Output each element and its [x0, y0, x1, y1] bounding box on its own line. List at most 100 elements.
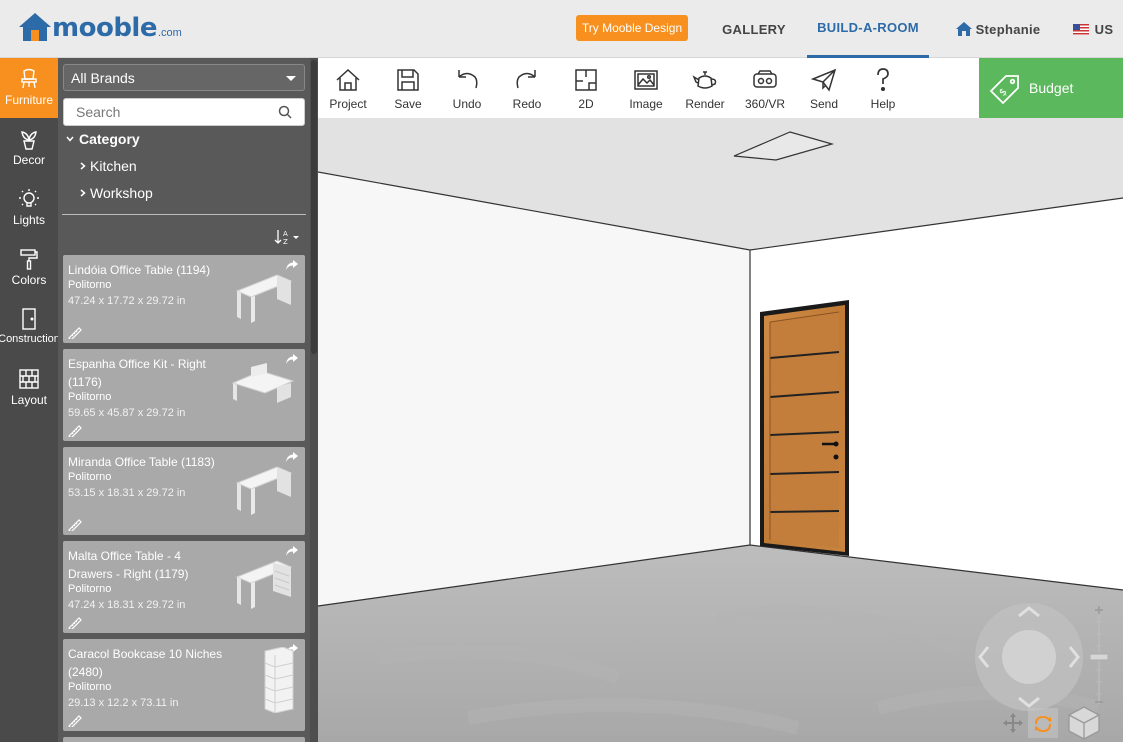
- undo-button[interactable]: Undo: [437, 66, 497, 114]
- help-button[interactable]: Help: [853, 66, 913, 114]
- rail-label: Layout: [10, 393, 48, 407]
- send-button[interactable]: Send: [794, 66, 854, 114]
- product-card[interactable]: Espanha Office Kit - Right (1176) Polito…: [63, 349, 305, 441]
- rail-decor[interactable]: Decor: [0, 118, 58, 178]
- search-icon[interactable]: [278, 105, 292, 119]
- move-icon[interactable]: [1003, 708, 1023, 738]
- office-kit-thumbnail: [231, 363, 295, 403]
- cube-view-icon[interactable]: [1066, 704, 1102, 740]
- user-name: Stephanie: [975, 21, 1041, 37]
- us-flag-icon: [1072, 23, 1089, 35]
- category-item-workshop[interactable]: Workshop: [80, 185, 153, 201]
- paper-plane-icon: [810, 68, 837, 92]
- category-rail: Furniture Decor Lights Colors Constructi…: [0, 58, 60, 742]
- budget-button[interactable]: $ Budget: [979, 58, 1123, 118]
- product-card[interactable]: Lindóia Office Table (1194) Politorno 47…: [63, 255, 305, 343]
- orbit-navigation-control[interactable]: [974, 602, 1084, 712]
- question-mark-icon: [877, 68, 889, 92]
- svg-text:A: A: [283, 230, 288, 238]
- tool-label: Help: [870, 97, 896, 111]
- budget-label: Budget: [1029, 80, 1074, 96]
- svg-text:Z: Z: [283, 238, 288, 246]
- redo-button[interactable]: Redo: [497, 66, 557, 114]
- home-icon: [955, 22, 972, 36]
- vr-360-button[interactable]: 360/VR: [735, 66, 795, 114]
- rail-furniture[interactable]: Furniture: [0, 58, 58, 118]
- nav-build-a-room[interactable]: BUILD-A-ROOM: [807, 0, 929, 58]
- product-brand: Politorno: [68, 279, 112, 291]
- undo-icon: [458, 70, 478, 89]
- redo-icon: [516, 70, 536, 89]
- tool-label: Image: [629, 97, 663, 111]
- product-name: Lindóia Office Table (1194): [68, 263, 211, 277]
- chevron-right-icon: [80, 162, 86, 170]
- category-item-label: Workshop: [90, 185, 153, 201]
- image-icon: [634, 70, 658, 90]
- image-button[interactable]: Image: [616, 66, 676, 114]
- product-card[interactable]: [63, 737, 305, 742]
- brand-select[interactable]: All Brands: [63, 64, 305, 91]
- office-table-drawers-thumbnail: [235, 560, 293, 609]
- measure-tool-icon: [68, 327, 82, 339]
- panel-scrollbar-thumb[interactable]: [311, 60, 317, 354]
- floppy-disk-icon: [397, 69, 419, 91]
- country-selector[interactable]: US: [1068, 0, 1118, 58]
- measure-tool-icon: [68, 519, 82, 531]
- product-name: Espanha Office Kit - Right (1176): [68, 357, 206, 389]
- floorplan-icon: [575, 69, 597, 91]
- vr-headset-icon: [753, 70, 777, 88]
- nav-user[interactable]: Stephanie: [948, 0, 1048, 58]
- rail-label: Colors: [11, 273, 47, 287]
- rail-lights[interactable]: Lights: [0, 178, 58, 238]
- rotate-icon[interactable]: [1028, 708, 1058, 738]
- zoom-slider-handle: [1090, 653, 1108, 661]
- rail-label: Decor: [12, 153, 45, 167]
- svg-text:$: $: [997, 86, 1009, 98]
- office-table-thumbnail: [235, 466, 293, 515]
- product-dimensions: 59.65 x 45.87 x 29.72 in: [68, 407, 186, 419]
- mooble-logo[interactable]: mooble .com: [18, 12, 182, 42]
- price-tag-icon: $: [989, 75, 1019, 105]
- category-item-kitchen[interactable]: Kitchen: [80, 158, 137, 174]
- project-button[interactable]: Project: [318, 66, 378, 114]
- rail-layout[interactable]: Layout: [0, 358, 58, 418]
- product-card[interactable]: Malta Office Table - 4 Drawers - Right (…: [63, 541, 305, 633]
- product-dimensions: 53.15 x 18.31 x 29.72 in: [68, 487, 186, 499]
- zoom-in-icon: [1095, 606, 1103, 614]
- catalog-panel: All Brands Category Kitchen Workshop A Z…: [58, 58, 318, 742]
- nav-gallery[interactable]: GALLERY: [712, 0, 796, 58]
- rail-construction[interactable]: Construction: [0, 298, 60, 358]
- view-2d-button[interactable]: 2D: [556, 66, 616, 114]
- logo-domain: .com: [157, 27, 182, 39]
- chevron-down-icon: [286, 76, 296, 81]
- product-name: Miranda Office Table (1183): [68, 455, 215, 469]
- door-icon: [22, 308, 36, 330]
- tool-label: 2D: [578, 97, 594, 111]
- top-header: mooble .com Try Mooble Design GALLERY BU…: [0, 0, 1123, 58]
- measure-tool-icon: [68, 715, 82, 727]
- plant-icon: [21, 131, 37, 150]
- product-dimensions: 29.13 x 12.2 x 73.11 in: [68, 697, 179, 709]
- zoom-slider[interactable]: [1090, 604, 1108, 708]
- main-toolbar: Project Save Undo Redo 2D Image Render 3…: [318, 58, 979, 118]
- interior-door[interactable]: [760, 300, 849, 556]
- product-brand: Politorno: [68, 681, 112, 693]
- house-logo-icon: [19, 13, 51, 41]
- sort-az-icon[interactable]: A Z: [274, 228, 302, 246]
- render-button[interactable]: Render: [675, 66, 735, 114]
- bookcase-thumbnail: [264, 647, 294, 713]
- save-button[interactable]: Save: [378, 66, 438, 114]
- product-card[interactable]: Miranda Office Table (1183) Politorno 53…: [63, 447, 305, 535]
- tool-label: Undo: [452, 97, 482, 111]
- category-label: Category: [79, 131, 140, 147]
- brand-select-value: All Brands: [71, 69, 135, 86]
- product-brand: Politorno: [68, 471, 112, 483]
- product-card[interactable]: Caracol Bookcase 10 Niches (2480) Polito…: [63, 639, 305, 731]
- rail-label: Furniture: [4, 93, 54, 107]
- country-label: US: [1094, 21, 1114, 37]
- category-toggle[interactable]: Category: [66, 131, 140, 147]
- search-input[interactable]: [63, 98, 305, 126]
- try-mooble-design-button[interactable]: Try Mooble Design: [576, 15, 688, 41]
- measure-tool-icon: [68, 617, 82, 629]
- rail-colors[interactable]: Colors: [0, 238, 58, 298]
